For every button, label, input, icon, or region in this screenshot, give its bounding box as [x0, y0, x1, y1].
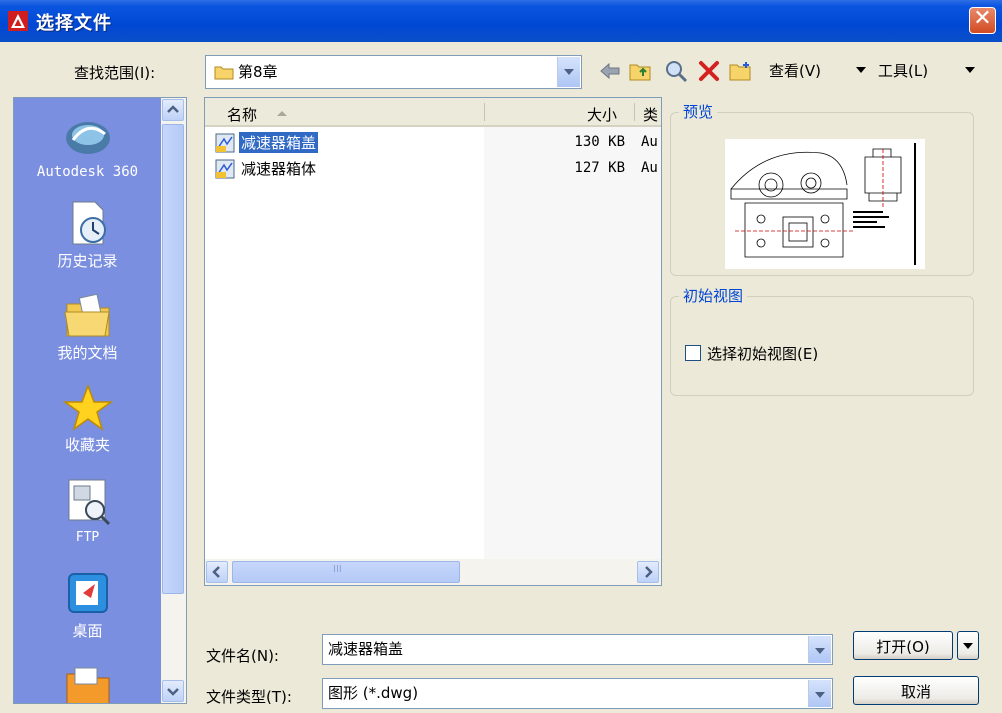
initial-view-group: 初始视图 选择初始视图(E)	[670, 285, 974, 396]
desktop-icon	[67, 573, 108, 613]
column-name-header[interactable]: 名称	[227, 104, 257, 125]
places-scrollbar[interactable]	[161, 98, 186, 703]
place-label: FTP	[75, 530, 100, 545]
place-label: 历史记录	[57, 252, 118, 270]
preview-title: 预览	[679, 101, 718, 122]
column-size-header[interactable]: 大小	[587, 104, 617, 125]
place-label: 收藏夹	[64, 436, 110, 454]
look-in-value: 第8章	[238, 63, 278, 81]
file-type: Au	[641, 160, 658, 176]
place-history[interactable]: 历史记录	[14, 198, 161, 271]
column-divider[interactable]	[484, 103, 485, 121]
file-name-value: 减速器箱盖	[328, 640, 404, 658]
file-name-label: 文件名(N):	[206, 647, 279, 665]
file-list[interactable]: 名称 大小 类 减速器箱盖 130 KB Au 减速器箱体 127 KB Au …	[204, 97, 662, 586]
place-label: 桌面	[72, 622, 103, 640]
dwg-file-icon	[215, 159, 235, 179]
place-label: 我的文档	[57, 344, 118, 362]
file-type-select[interactable]: 图形 (*.dwg)	[322, 678, 833, 709]
place-my-documents[interactable]: 我的文档	[14, 290, 161, 363]
ftp-icon	[68, 479, 110, 526]
autodesk-360-icon	[65, 122, 110, 154]
preview-group: 预览	[670, 101, 974, 276]
sort-ascending-icon	[277, 111, 287, 116]
size-column	[484, 127, 661, 559]
file-type-value: 图形 (*.dwg)	[328, 684, 419, 702]
file-row[interactable]: 减速器箱体 127 KB Au	[205, 156, 661, 180]
file-row[interactable]: 减速器箱盖 130 KB Au	[205, 130, 661, 154]
open-button-label: 打开(O)	[876, 638, 930, 656]
back-icon[interactable]	[598, 59, 622, 83]
chevron-down-icon[interactable]	[808, 680, 831, 707]
delete-icon[interactable]	[697, 59, 721, 83]
cancel-button-label: 取消	[900, 683, 931, 701]
drawing-preview	[730, 143, 916, 265]
favorites-icon	[62, 384, 113, 431]
chevron-down-icon[interactable]	[557, 57, 580, 87]
scroll-down-button[interactable]	[162, 680, 184, 702]
title-bar[interactable]: 选择文件 ✕	[0, 0, 1002, 42]
tools-dropdown-icon[interactable]	[856, 67, 866, 73]
cancel-button[interactable]: 取消	[853, 676, 979, 705]
look-in-label: 查找范围(I):	[74, 64, 156, 82]
dialog-title: 选择文件	[36, 13, 112, 34]
chevron-up-icon	[167, 105, 179, 113]
name-column	[205, 127, 484, 559]
look-in-combo[interactable]: 第8章	[205, 55, 582, 89]
dwg-file-icon	[215, 133, 235, 153]
close-button[interactable]: ✕	[969, 6, 996, 34]
scroll-up-button[interactable]	[162, 99, 184, 121]
file-type: Au	[641, 134, 658, 150]
history-icon	[72, 201, 106, 245]
column-type-header[interactable]: 类	[643, 104, 658, 125]
place-autodesk-360[interactable]: Autodesk 360	[14, 110, 161, 180]
column-divider[interactable]	[634, 103, 635, 121]
open-options-button[interactable]	[957, 631, 979, 660]
initial-view-checkbox[interactable]	[685, 345, 701, 361]
place-label: Autodesk 360	[36, 164, 139, 180]
chevron-down-icon[interactable]	[808, 636, 831, 663]
place-desktop[interactable]: 桌面	[14, 568, 161, 641]
place-ftp[interactable]: FTP	[14, 476, 161, 545]
place-more[interactable]	[14, 664, 161, 703]
chevron-down-icon	[167, 688, 179, 696]
file-size: 130 KB	[574, 134, 625, 150]
folder-icon	[214, 66, 234, 80]
tools-menu[interactable]: 工具(L)	[878, 60, 928, 81]
file-size: 127 KB	[574, 160, 625, 176]
new-folder-icon[interactable]	[728, 59, 752, 83]
view-menu[interactable]: 查看(V)	[769, 60, 821, 81]
folder-icon	[66, 667, 109, 703]
scroll-right-button[interactable]	[637, 561, 659, 583]
scroll-left-button[interactable]	[206, 561, 228, 583]
chevron-right-icon	[645, 566, 653, 578]
places-bar: Autodesk 360 历史记录 我的文档 收藏夹 FTP 桌面	[13, 97, 187, 704]
place-favorites[interactable]: 收藏夹	[14, 384, 161, 455]
file-name: 减速器箱体	[241, 160, 317, 178]
my-documents-icon	[63, 293, 110, 337]
open-button[interactable]: 打开(O)	[853, 631, 953, 660]
initial-view-title: 初始视图	[679, 285, 748, 306]
toolbar-overflow-icon[interactable]	[965, 67, 975, 73]
scroll-grip: III	[333, 564, 342, 575]
autocad-app-icon	[8, 11, 28, 31]
column-header: 名称 大小 类	[205, 98, 661, 127]
file-type-label: 文件类型(T):	[206, 688, 292, 706]
file-list-hscrollbar[interactable]: III	[205, 559, 661, 585]
search-web-icon[interactable]	[664, 59, 688, 83]
scroll-thumb[interactable]: III	[232, 561, 460, 583]
initial-view-checkbox-label[interactable]: 选择初始视图(E)	[707, 343, 818, 364]
chevron-left-icon	[212, 566, 220, 578]
preview-image	[725, 139, 925, 269]
file-name: 减速器箱盖	[239, 132, 319, 153]
select-file-dialog: 选择文件 ✕ 查找范围(I): 第8章 查看(V) 工具(L) Autodesk…	[0, 0, 1002, 713]
file-name-input[interactable]: 减速器箱盖	[322, 634, 833, 665]
scroll-thumb[interactable]	[162, 124, 184, 594]
up-folder-icon[interactable]	[628, 59, 652, 83]
close-icon: ✕	[973, 6, 992, 31]
chevron-down-icon	[963, 643, 973, 649]
